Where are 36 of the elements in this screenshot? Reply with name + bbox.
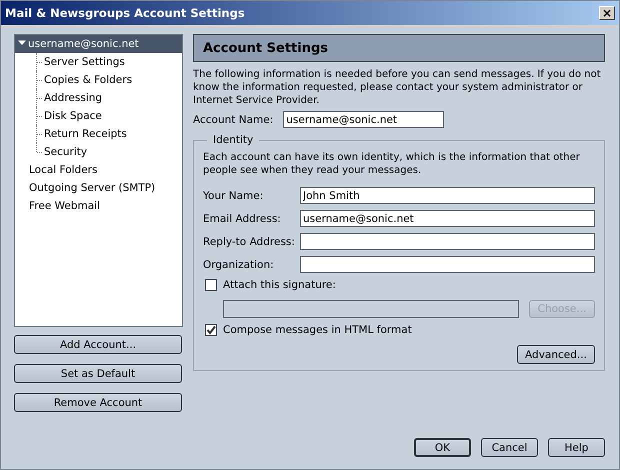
- advanced-button[interactable]: Advanced...: [517, 345, 595, 364]
- account-button[interactable]: Add Account...: [14, 335, 182, 354]
- window-title: Mail & Newsgroups Account Settings: [5, 6, 245, 20]
- field-label: Your Name:: [203, 190, 264, 202]
- tree-item[interactable]: Disk Space: [42, 110, 104, 122]
- field-label: Email Address:: [203, 212, 282, 224]
- field-label: Reply-to Address:: [203, 236, 296, 248]
- dialog-button[interactable]: Help: [548, 438, 605, 457]
- group-legend: Identity: [207, 134, 260, 146]
- dialog-button[interactable]: Cancel: [481, 438, 538, 457]
- text-field[interactable]: [300, 256, 595, 273]
- tree-item[interactable]: username@sonic.net: [15, 35, 182, 53]
- field-label: Account Name:: [193, 114, 274, 126]
- tree-item[interactable]: Local Folders: [15, 161, 182, 179]
- expand-arrow-icon[interactable]: [18, 39, 26, 47]
- account-button[interactable]: Set as Default: [14, 364, 182, 383]
- account-button[interactable]: Remove Account: [14, 393, 182, 412]
- tree-item[interactable]: Return Receipts: [42, 128, 129, 140]
- identity-description: Each account can have its own identity, which is the information that other people see when they read your messages.: [203, 151, 581, 177]
- tree-item[interactable]: Free Webmail: [15, 197, 182, 215]
- text-field[interactable]: username@sonic.net: [300, 210, 595, 227]
- checkbox[interactable]: [205, 324, 217, 336]
- tree-item[interactable]: Server Settings: [42, 56, 127, 68]
- intro-text: The following information is needed before you can send messages. If you do not know the information requested, please contact your system administrator or Internet Service Provider.: [193, 68, 602, 107]
- tree-item[interactable]: Security: [42, 146, 90, 158]
- tree-item[interactable]: Outgoing Server (SMTP): [15, 179, 182, 197]
- close-button[interactable]: ×: [599, 6, 615, 20]
- tree-item[interactable]: Copies & Folders: [42, 74, 134, 86]
- checkbox-label: Attach this signature:: [223, 279, 336, 291]
- field-label: Organization:: [203, 258, 275, 270]
- panel-title: Account Settings: [203, 40, 328, 56]
- dialog-button[interactable]: OK: [414, 438, 471, 457]
- account-name-field[interactable]: username@sonic.net: [283, 111, 444, 128]
- tree-item[interactable]: Addressing: [42, 92, 104, 104]
- checkbox-label: Compose messages in HTML format: [223, 324, 412, 336]
- text-field[interactable]: [300, 233, 595, 250]
